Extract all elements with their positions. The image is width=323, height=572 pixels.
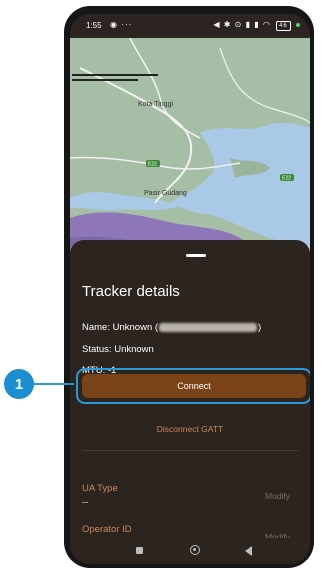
status-bar: 1:55 ◉ ··· ◀ ✱ ⊙ ▮ ▮ ◠ 46 [70, 14, 310, 38]
map-label-kota-tinggi: Kota Tinggi [138, 101, 173, 108]
tracker-details-sheet: Tracker details Name: Unknown () Status:… [70, 240, 310, 564]
ua-type-value: -- [82, 497, 89, 508]
privacy-dot-icon [296, 22, 300, 27]
divider [82, 450, 298, 451]
road-badge-e22: E22 [148, 162, 157, 168]
android-nav-bar [70, 538, 310, 564]
road-badge-e22-east: E22 [282, 176, 291, 182]
connect-button[interactable]: Connect [82, 374, 306, 398]
home-icon[interactable] [190, 545, 200, 555]
back-icon[interactable] [245, 546, 252, 556]
callout-badge: 1 [4, 369, 34, 399]
tracker-name-suffix: ) [258, 322, 262, 333]
operator-id-label: Operator ID [82, 524, 132, 535]
notification-icons: ◉ ··· [110, 20, 133, 29]
disconnect-gatt-button[interactable]: Disconnect GATT [70, 424, 310, 434]
map-label-pasir-gudang: Pasir Gudang [144, 190, 187, 197]
tracker-status: Status: Unknown [82, 344, 154, 355]
redacted-mac-address [159, 322, 258, 332]
tracker-name: Name: Unknown () [82, 322, 261, 333]
status-icons: ◀ ✱ ⊙ ▮ ▮ ◠ 46 [213, 20, 300, 31]
ua-type-label: UA Type [82, 483, 118, 494]
tracker-name-prefix: Name: Unknown ( [82, 322, 159, 333]
sheet-drag-handle[interactable] [186, 254, 206, 257]
status-time: 1:55 [86, 21, 102, 30]
phone-screen: 1:55 ◉ ··· ◀ ✱ ⊙ ▮ ▮ ◠ 46 Kota Tinggi Pa… [70, 14, 310, 564]
battery-icon: 46 [276, 21, 291, 31]
connect-highlight: Connect [76, 368, 310, 404]
sheet-title: Tracker details [82, 283, 180, 300]
system-icons: ◀ ✱ ⊙ ▮ ▮ ◠ [213, 20, 271, 29]
recents-icon[interactable] [136, 547, 143, 554]
ua-type-modify-button[interactable]: Modify [265, 491, 290, 501]
map-view[interactable]: Kota Tinggi Pasir Gudang E22 E22 [70, 38, 310, 268]
